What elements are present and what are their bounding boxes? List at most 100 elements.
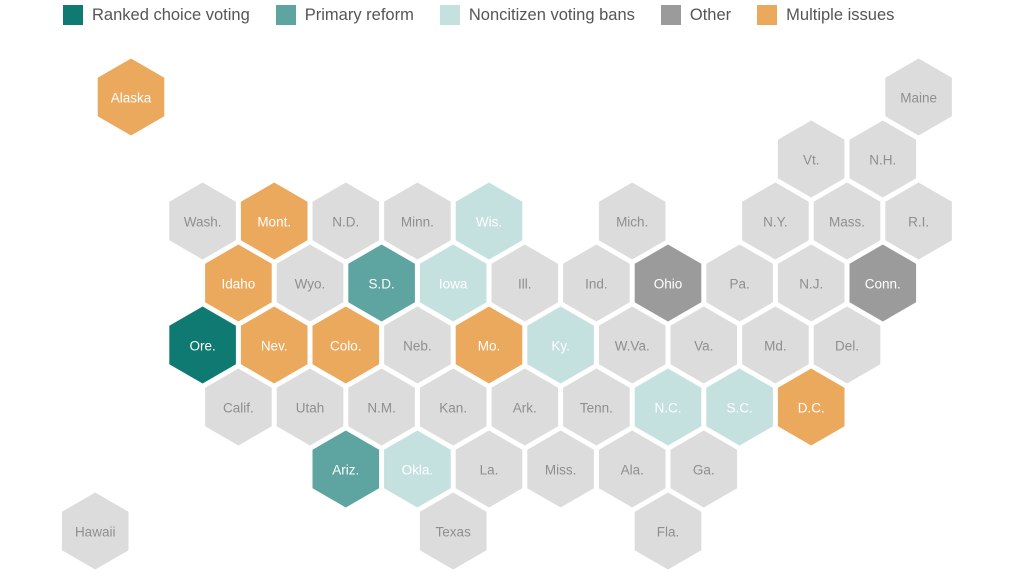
state-hex-alaska: Alaska (97, 58, 165, 136)
state-hex-va: Va. (670, 306, 738, 384)
state-label: Iowa (439, 277, 468, 292)
state-hex-n-y: N.Y. (742, 182, 809, 260)
state-hex-ore: Ore. (169, 306, 236, 384)
state-label: Hawaii (75, 525, 116, 540)
state-hex-s-c: S.C. (706, 368, 773, 446)
state-hex-wash: Wash. (169, 182, 236, 260)
state-hex-nev: Nev. (240, 306, 308, 384)
state-hex-s-d: S.D. (348, 244, 415, 322)
state-label: R.I. (908, 215, 929, 230)
state-hex-minn: Minn. (384, 182, 451, 260)
state-hex-ohio: Ohio (634, 244, 702, 322)
state-label: W.Va. (615, 339, 650, 354)
state-hex-mass: Mass. (813, 182, 881, 260)
state-hex-n-j: N.J. (777, 244, 845, 322)
state-label: Mont. (257, 215, 291, 230)
state-label: Fla. (657, 525, 680, 540)
state-hex-iowa: Iowa (419, 244, 487, 322)
state-hex-hawaii: Hawaii (61, 492, 129, 570)
state-hex-colo: Colo. (312, 306, 380, 384)
state-label: La. (480, 463, 499, 478)
state-label: Conn. (865, 277, 901, 292)
state-label: Okla. (402, 463, 434, 478)
state-hex-mont: Mont. (240, 182, 308, 260)
state-label: Ill. (518, 277, 532, 292)
state-label: Ind. (585, 277, 608, 292)
state-hex-d-c: D.C. (777, 368, 845, 446)
state-label: Wis. (476, 215, 502, 230)
state-label: Ariz. (332, 463, 359, 478)
state-label: Ky. (551, 339, 570, 354)
state-hex-maine: Maine (885, 58, 952, 136)
state-hex-vt: Vt. (777, 120, 845, 198)
state-hex-wis: Wis. (455, 182, 523, 260)
state-label: Pa. (729, 277, 749, 292)
state-label: S.D. (368, 277, 394, 292)
state-label: N.D. (332, 215, 359, 230)
state-hex-conn: Conn. (849, 244, 917, 322)
state-label: Ohio (654, 277, 683, 292)
state-label: Del. (835, 339, 859, 354)
state-label: Tenn. (580, 401, 613, 416)
state-label: Colo. (330, 339, 362, 354)
state-label: Ore. (189, 339, 215, 354)
state-label: Maine (900, 91, 937, 106)
state-hex-ark: Ark. (491, 368, 559, 446)
state-label: Ala. (621, 463, 644, 478)
state-label: Utah (296, 401, 325, 416)
state-label: Nev. (261, 339, 288, 354)
state-label: N.C. (655, 401, 682, 416)
state-hex-ill: Ill. (491, 244, 559, 322)
state-label: Calif. (223, 401, 254, 416)
state-label: Miss. (545, 463, 577, 478)
state-hex-idaho: Idaho (205, 244, 272, 322)
state-hex-ariz: Ariz. (312, 430, 380, 508)
state-hex-n-d: N.D. (312, 182, 380, 260)
state-label: Ga. (693, 463, 715, 478)
state-hex-n-h: N.H. (849, 120, 917, 198)
state-label: N.M. (367, 401, 396, 416)
state-hex-fla: Fla. (634, 492, 702, 570)
state-label: Md. (764, 339, 787, 354)
state-label: Ark. (513, 401, 537, 416)
state-label: N.J. (799, 277, 823, 292)
hex-map: Alaska Maine Vt. N.H. Wash. Mont. N.D. Minn. Wis… (61, 58, 952, 570)
state-label: Texas (436, 525, 472, 540)
state-hex-del: Del. (813, 306, 881, 384)
state-label: Mich. (616, 215, 648, 230)
state-hex-n-c: N.C. (634, 368, 702, 446)
state-label: Wyo. (295, 277, 326, 292)
state-hex-w-va: W.Va. (598, 306, 666, 384)
state-label: Minn. (401, 215, 434, 230)
state-hex-texas: Texas (419, 492, 487, 570)
state-label: Idaho (222, 277, 256, 292)
state-hex-tenn: Tenn. (563, 368, 630, 446)
state-hex-md: Md. (742, 306, 809, 384)
state-hex-r-i: R.I. (885, 182, 952, 260)
state-hex-mich: Mich. (598, 182, 666, 260)
state-label: Vt. (803, 153, 820, 168)
state-hex-okla: Okla. (384, 430, 451, 508)
state-hex-utah: Utah (276, 368, 344, 446)
state-hex-ky: Ky. (527, 306, 594, 384)
state-label: Wash. (184, 215, 222, 230)
state-hex-kan: Kan. (419, 368, 487, 446)
state-label: D.C. (798, 401, 825, 416)
state-hex-wyo: Wyo. (276, 244, 344, 322)
state-hex-mo: Mo. (455, 306, 523, 384)
state-label: N.H. (869, 153, 896, 168)
state-label: S.C. (726, 401, 752, 416)
state-label: Mo. (478, 339, 501, 354)
state-label: Neb. (403, 339, 432, 354)
state-hex-pa: Pa. (706, 244, 773, 322)
state-hex-ind: Ind. (563, 244, 630, 322)
state-label: N.Y. (763, 215, 788, 230)
state-label: Va. (694, 339, 713, 354)
state-hex-miss: Miss. (527, 430, 594, 508)
state-hex-neb: Neb. (384, 306, 451, 384)
state-hex-ga: Ga. (670, 430, 738, 508)
state-hex-n-m: N.M. (348, 368, 415, 446)
state-hex-ala: Ala. (598, 430, 666, 508)
state-label: Alaska (111, 91, 152, 106)
state-label: Kan. (439, 401, 467, 416)
